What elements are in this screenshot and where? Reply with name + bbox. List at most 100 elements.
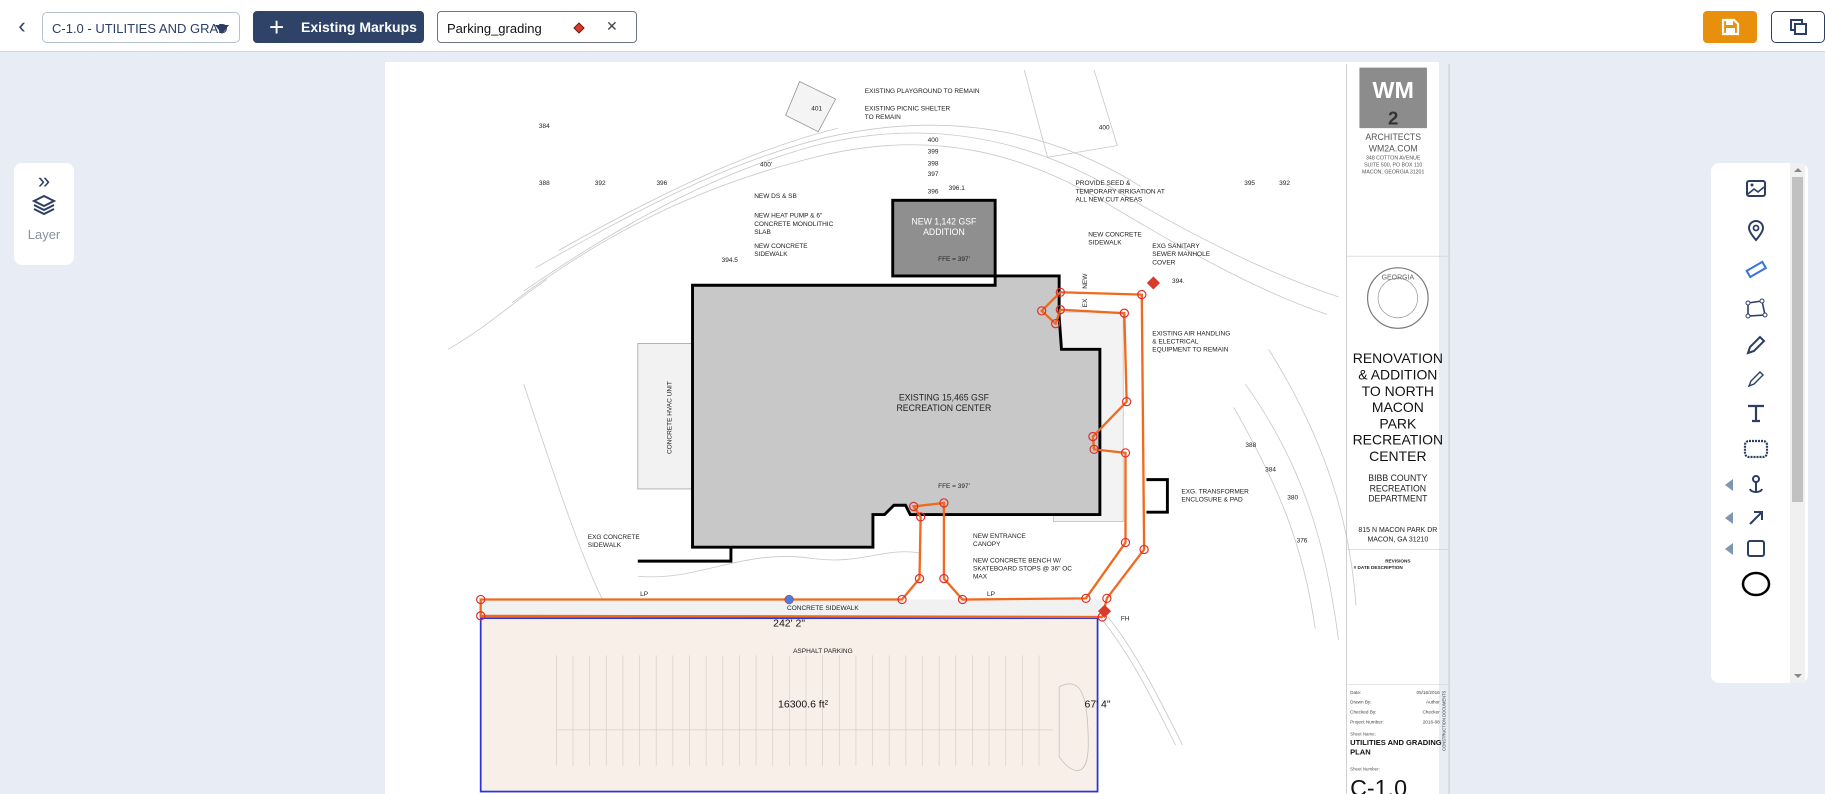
addition-label: NEW 1,142 GSF — [911, 217, 976, 227]
project-title: TO NORTH — [1362, 383, 1434, 399]
rectangle-tool[interactable] — [1725, 531, 1781, 567]
ffe-label: FFE = 397' — [938, 256, 970, 263]
cloud-icon — [1743, 439, 1769, 459]
logo-text: WM — [1373, 77, 1414, 103]
note: NEW ENTRANCE — [973, 533, 1026, 540]
layer-panel: » Layer — [14, 163, 74, 265]
submenu-arrow-icon[interactable] — [1725, 479, 1733, 491]
anchor-tool[interactable] — [1725, 467, 1781, 503]
text-tool[interactable] — [1731, 395, 1781, 431]
contour: 380 — [1287, 494, 1298, 501]
text-icon — [1748, 404, 1764, 423]
note: CANOPY — [973, 541, 1001, 548]
contour: 388 — [1245, 442, 1256, 449]
note: EXG CONCRETE — [588, 534, 641, 541]
note: NEW CONCRETE — [754, 243, 808, 250]
image-icon — [1746, 180, 1766, 197]
contour: 396 — [656, 180, 667, 187]
polygon-icon — [1745, 298, 1768, 319]
new-label: NEW — [1082, 273, 1089, 289]
contour: 396 — [928, 188, 939, 195]
measure-height-label: 67' 4" — [1085, 700, 1111, 711]
note: COVER — [1152, 259, 1175, 266]
location-tool[interactable] — [1731, 213, 1781, 249]
project-title: & ADDITION — [1358, 367, 1437, 383]
scrollbar-thumb[interactable] — [1792, 177, 1803, 502]
ex-label: EX — [1082, 298, 1089, 307]
note: SKATEBOARD STOPS @ 36" OC — [973, 565, 1072, 572]
sheet-number-label: Sheet Number: — [1350, 767, 1380, 772]
contour: 392 — [595, 180, 606, 187]
note: EXISTING PICNIC SHELTER — [865, 106, 951, 113]
note: & ELECTRICAL — [1152, 338, 1199, 345]
client: RECREATION — [1370, 483, 1427, 493]
circle-tool[interactable] — [1731, 565, 1781, 601]
submenu-arrow-icon[interactable] — [1725, 512, 1733, 524]
revisions-heading: REVISIONS — [1385, 558, 1410, 563]
layer-label: Layer — [27, 227, 61, 242]
logo-text: 2 — [1388, 108, 1398, 129]
layers-icon[interactable] — [31, 194, 57, 216]
pen-tool[interactable] — [1731, 327, 1781, 363]
elev: 401 — [811, 106, 822, 113]
note: EXG. TRANSFORMER — [1181, 489, 1249, 496]
note: EXG SANITARY — [1152, 243, 1200, 250]
project-title: PARK — [1379, 415, 1417, 431]
measure-tool[interactable] — [1731, 251, 1781, 287]
measure-area-label: 16300.6 ft² — [778, 700, 829, 711]
firm-address: 348 COTTON AVENUE — [1366, 156, 1421, 162]
contour: 384 — [1265, 466, 1276, 473]
firm-name: ARCHITECTS — [1365, 132, 1421, 142]
image-tool[interactable] — [1731, 171, 1781, 207]
expand-chevron-icon[interactable]: » — [14, 168, 74, 194]
selected-vertex-handle[interactable] — [785, 595, 794, 604]
note: NEW CONCRETE — [1088, 231, 1142, 238]
ffe-label: FFE = 397' — [938, 483, 970, 490]
parking-label: ASPHALT PARKING — [793, 648, 853, 655]
client-address: 815 N MACON PARK DR — [1358, 527, 1437, 534]
project-title: RENOVATION — [1353, 350, 1443, 366]
hvac-label: CONCRETE HVAC UNIT — [667, 381, 674, 454]
note: NEW HEAT PUMP & 6" — [754, 213, 823, 220]
revisions-columns: # DATE DESCRIPTION — [1354, 565, 1404, 570]
note: TO REMAIN — [865, 114, 901, 121]
location-pin-icon — [1747, 220, 1765, 242]
contour: 400 — [1099, 124, 1110, 131]
drawing-canvas[interactable]: EXISTING PLAYGROUND TO REMAIN EXISTING P… — [0, 0, 1825, 794]
seal-text: GEORGIA — [1382, 274, 1415, 281]
note: SEWER MANHOLE — [1152, 251, 1210, 258]
contour: 394.5 — [722, 257, 739, 264]
new-addition — [891, 198, 997, 278]
field-value: Checker — [1422, 710, 1440, 715]
sheet-name: UTILITIES AND GRADING — [1350, 738, 1442, 747]
tools-scrollbar[interactable] — [1790, 163, 1805, 683]
rectangle-icon — [1747, 540, 1765, 557]
fh-label: FH — [1121, 615, 1130, 622]
note: CONCRETE MONOLITHIC — [754, 221, 833, 228]
note: PROVIDE SEED & — [1075, 180, 1131, 187]
project-title: MACON — [1372, 399, 1424, 415]
note: MAX — [973, 574, 988, 581]
hvac-pad — [637, 343, 693, 490]
client: BIBB COUNTY — [1368, 473, 1427, 483]
note: SIDEWALK — [1088, 240, 1122, 247]
field-label: Project Number: — [1350, 719, 1384, 724]
note: SLAB — [754, 229, 771, 236]
note: EXISTING AIR HANDLING — [1152, 330, 1230, 337]
submenu-arrow-icon[interactable] — [1725, 543, 1733, 555]
note: ENCLOSURE & PAD — [1181, 497, 1243, 504]
polygon-tool[interactable] — [1731, 291, 1781, 327]
contour: 397 — [928, 171, 939, 178]
building-label: RECREATION CENTER — [897, 403, 992, 413]
highlighter-tool[interactable] — [1731, 361, 1781, 397]
firm-address: SUITE 500, PO BOX 110 — [1364, 163, 1422, 169]
contour: 400 — [928, 137, 939, 144]
contour: 396.1 — [949, 185, 966, 192]
note: SIDEWALK — [588, 542, 622, 549]
cloud-tool[interactable] — [1731, 431, 1781, 467]
note: NEW DS & SB — [754, 193, 797, 200]
contour: 395 — [1244, 180, 1255, 187]
addition-label: ADDITION — [923, 227, 965, 237]
client-address: MACON, GA 31210 — [1367, 536, 1428, 543]
pencil-icon — [1746, 335, 1766, 355]
